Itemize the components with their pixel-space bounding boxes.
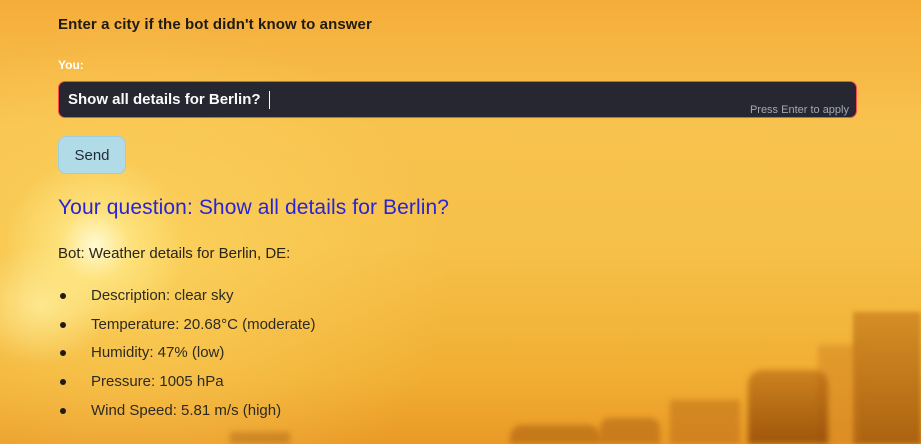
bot-response-title: Bot: Weather details for Berlin, DE:	[58, 245, 291, 262]
weather-details-list: Description: clear sky Temperature: 20.6…	[58, 286, 315, 429]
main-content: Enter a city if the bot didn't know to a…	[0, 0, 921, 444]
list-item: Humidity: 47% (low)	[58, 343, 315, 372]
list-item: Description: clear sky	[58, 286, 315, 315]
list-item: Temperature: 20.68°C (moderate)	[58, 315, 315, 344]
bullet-icon	[60, 293, 66, 299]
list-item: Pressure: 1005 hPa	[58, 372, 315, 401]
detail-description: Description: clear sky	[91, 287, 234, 304]
chat-input-container[interactable]: Press Enter to apply	[58, 81, 857, 118]
press-enter-hint: Press Enter to apply	[749, 104, 849, 116]
detail-pressure: Pressure: 1005 hPa	[91, 373, 224, 391]
list-item: Wind Speed: 5.81 m/s (high)	[58, 401, 315, 430]
bullet-icon	[60, 321, 66, 328]
bullet-icon	[60, 350, 66, 357]
chat-input[interactable]	[68, 82, 728, 117]
bullet-icon	[60, 407, 66, 414]
bullet-icon	[60, 379, 66, 386]
send-button[interactable]: Send	[58, 136, 126, 174]
input-label: You:	[58, 58, 84, 72]
detail-humidity: Humidity: 47% (low)	[91, 344, 225, 362]
question-heading: Your question: Show all details for Berl…	[58, 196, 450, 219]
detail-wind-speed: Wind Speed: 5.81 m/s (high)	[91, 401, 282, 419]
detail-temperature: Temperature: 20.68°C (moderate)	[91, 315, 316, 333]
instruction-text: Enter a city if the bot didn't know to a…	[58, 16, 372, 33]
text-cursor	[269, 91, 270, 109]
